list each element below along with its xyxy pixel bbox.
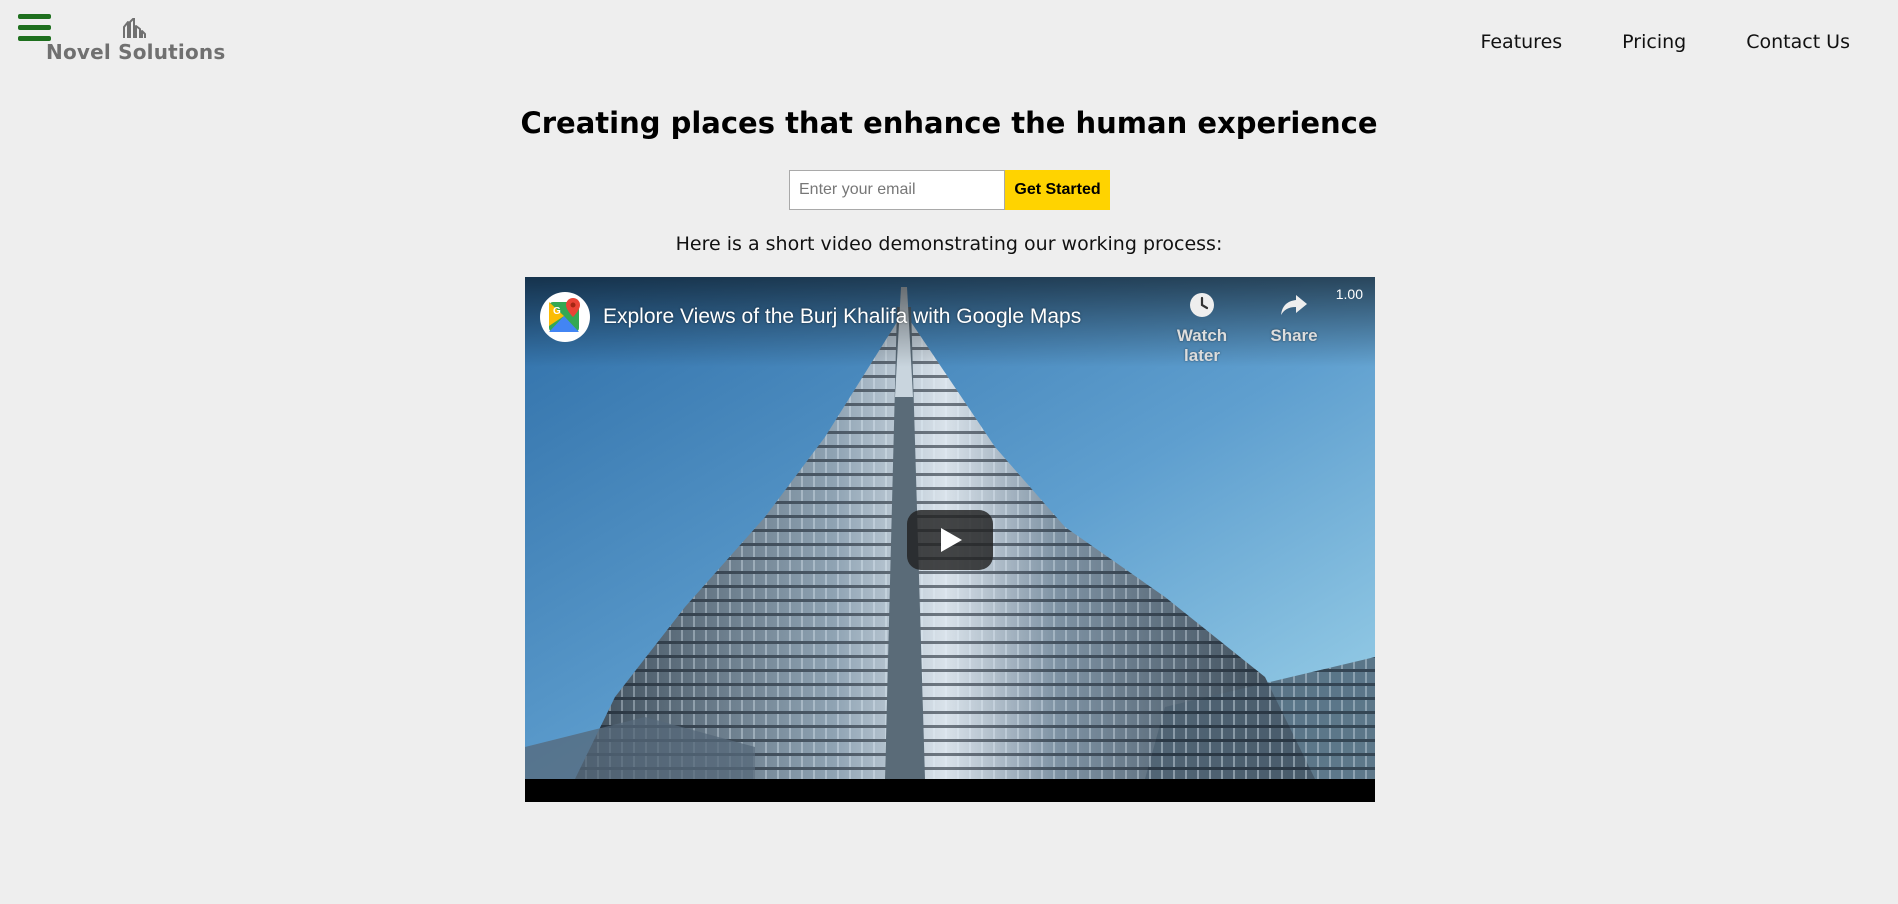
nav-link-features[interactable]: Features [1480,31,1562,53]
play-button[interactable] [907,510,993,570]
watch-later-label: Watch later [1176,326,1228,365]
video-caption: Here is a short video demonstrating our … [675,233,1223,255]
get-started-button[interactable]: Get Started [1005,170,1110,210]
video-title[interactable]: Explore Views of the Burj Khalifa with G… [603,305,1081,329]
email-signup-form: Get Started [789,170,1110,210]
email-input[interactable] [789,170,1005,210]
main-nav: Features Pricing Contact Us [1420,31,1850,53]
google-maps-icon[interactable]: G [540,292,590,342]
brand-name: Novel Solutions [46,40,226,64]
play-icon [941,528,962,552]
brand-logo[interactable]: Novel Solutions [46,18,226,68]
hero-title: Creating places that enhance the human e… [520,106,1378,140]
building-icon [123,18,146,38]
playback-speed: 1.00 [1335,286,1363,302]
share-arrow-icon [1281,295,1307,315]
video-player[interactable]: G Explore Views of the Burj Khalifa with… [525,277,1375,802]
share-label: Share [1270,326,1318,345]
nav-link-pricing[interactable]: Pricing [1622,31,1686,53]
clock-icon [1190,293,1214,317]
site-header: Novel Solutions Features Pricing Contact… [0,0,1898,90]
share-button[interactable]: Share [1249,292,1339,346]
nav-link-contact-us[interactable]: Contact Us [1746,31,1850,53]
svg-text:G: G [553,306,561,317]
watch-later-button[interactable]: Watch later [1157,292,1247,366]
